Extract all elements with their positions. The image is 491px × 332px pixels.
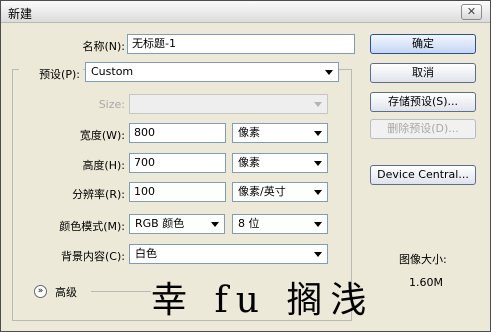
color-mode-select[interactable]: RGB 颜色 (129, 214, 225, 234)
width-input[interactable]: 800 (129, 123, 226, 143)
chevron-down-icon (314, 102, 322, 107)
height-input[interactable]: 700 (129, 153, 226, 173)
size-label: Size: (98, 98, 125, 111)
image-size-label: 图像大小: (399, 253, 447, 266)
height-unit-select[interactable]: 像素 (232, 153, 328, 173)
advanced-label[interactable]: 高级 (55, 284, 77, 300)
new-document-dialog: 新建 ✕ 名称(N): 无标题-1 预设(P): Custom Size: 宽度… (0, 0, 491, 332)
size-select (129, 94, 328, 114)
delete-preset-button: 删除预设(D)... (370, 119, 476, 139)
height-label: 高度(H): (82, 159, 125, 172)
advanced-divider (91, 291, 151, 292)
chevron-down-icon (314, 252, 322, 257)
preset-label: 预设(P): (19, 66, 83, 82)
dialog-title: 新建 (8, 7, 33, 21)
color-mode-label: 颜色模式(M): (59, 220, 125, 233)
device-central-button[interactable]: Device Central... (370, 165, 476, 185)
background-select[interactable]: 白色 (129, 244, 328, 264)
chevron-down-icon (314, 131, 322, 136)
resolution-label: 分辨率(R): (72, 188, 125, 201)
name-label: 名称(N): (82, 40, 125, 53)
watermark-text: 幸 fu 搁浅 (151, 280, 375, 321)
save-preset-button[interactable]: 存储预设(S)... (370, 92, 476, 112)
cancel-button[interactable]: 取消 (370, 63, 476, 83)
chevron-down-icon (314, 190, 322, 195)
ok-button[interactable]: 确定 (370, 34, 476, 54)
close-icon[interactable]: ✕ (461, 4, 482, 20)
width-label: 宽度(W): (79, 129, 125, 142)
image-size-value: 1.60M (409, 276, 443, 289)
background-label: 背景内容(C): (61, 250, 125, 263)
width-unit-select[interactable]: 像素 (232, 123, 328, 143)
chevron-double-down-icon[interactable]: » (34, 285, 47, 298)
bit-depth-select[interactable]: 8 位 (232, 214, 328, 234)
resolution-input[interactable]: 100 (129, 182, 226, 202)
resolution-unit-select[interactable]: 像素/英寸 (232, 182, 328, 202)
title-bar: 新建 ✕ (1, 1, 490, 23)
chevron-down-icon (314, 222, 322, 227)
chevron-down-icon (325, 70, 333, 75)
name-input[interactable]: 无标题-1 (127, 34, 355, 54)
chevron-down-icon (314, 161, 322, 166)
preset-select[interactable]: Custom (85, 62, 339, 82)
chevron-down-icon (211, 222, 219, 227)
